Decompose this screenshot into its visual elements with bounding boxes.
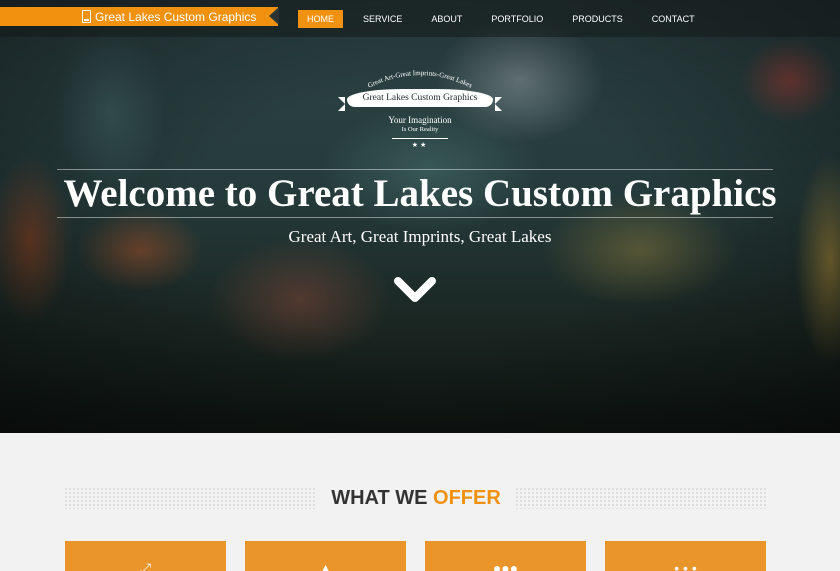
- svg-text:Great Art-Great Imprints-Great: Great Art-Great Imprints-Great Lakes: [366, 69, 473, 90]
- offer-card[interactable]: ●●●: [425, 541, 586, 571]
- badge-arc-text: Great Art-Great Imprints-Great Lakes: [366, 69, 473, 90]
- offer-card[interactable]: • • •: [605, 541, 766, 571]
- hero-headline: Welcome to Great Lakes Custom Graphics: [63, 172, 777, 215]
- badge-ribbon: Great Lakes Custom Graphics: [338, 89, 502, 111]
- offer-card[interactable]: ⤢: [65, 541, 226, 571]
- section-title-accent: OFFER: [433, 486, 501, 509]
- section-title: WHAT WE OFFER: [317, 487, 515, 510]
- nav-item-home[interactable]: HOME: [298, 10, 343, 28]
- phone-icon: [82, 10, 91, 23]
- offer-cards: ⤢ ▲ ●●● • • •: [65, 541, 766, 571]
- badge-divider: [392, 138, 448, 139]
- dotted-divider-left: [64, 487, 318, 509]
- dots-icon: • • •: [674, 560, 697, 571]
- company-badge-logo: Great Art-Great Imprints-Great Lakes Gre…: [335, 66, 505, 156]
- badge-stars: ★★: [411, 142, 429, 149]
- nav-item-about[interactable]: ABOUT: [422, 10, 471, 28]
- nav-item-service[interactable]: SERVICE: [354, 10, 411, 28]
- badge-line2: Is Our Reality: [401, 126, 439, 133]
- brand-title: Great Lakes Custom Graphics: [95, 9, 257, 24]
- dotted-divider-right: [514, 487, 769, 509]
- headline-bottom-rule: [57, 217, 773, 218]
- triangle-icon: ▲: [318, 560, 333, 571]
- expand-arrows-icon: ⤢: [139, 560, 152, 571]
- offer-card[interactable]: ▲: [245, 541, 406, 571]
- brand-logo[interactable]: Great Lakes Custom Graphics: [0, 7, 279, 26]
- main-nav: HOME SERVICE ABOUT PORTFOLIO PRODUCTS CO…: [298, 10, 715, 28]
- people-icon: ●●●: [492, 560, 519, 571]
- chevron-down-icon[interactable]: [392, 272, 438, 306]
- nav-item-contact[interactable]: CONTACT: [643, 10, 704, 28]
- section-heading: WHAT WE OFFER: [64, 485, 769, 511]
- badge-arc: Great Art-Great Imprints-Great Lakes: [366, 69, 473, 90]
- section-title-main: WHAT WE: [331, 486, 434, 509]
- navbar: Great Lakes Custom Graphics HOME SERVICE…: [0, 0, 840, 37]
- hero-tagline: Great Art, Great Imprints, Great Lakes: [288, 227, 552, 246]
- nav-item-portfolio[interactable]: PORTFOLIO: [482, 10, 552, 28]
- badge-line1: Your Imagination: [388, 115, 452, 125]
- nav-item-products[interactable]: PRODUCTS: [563, 10, 632, 28]
